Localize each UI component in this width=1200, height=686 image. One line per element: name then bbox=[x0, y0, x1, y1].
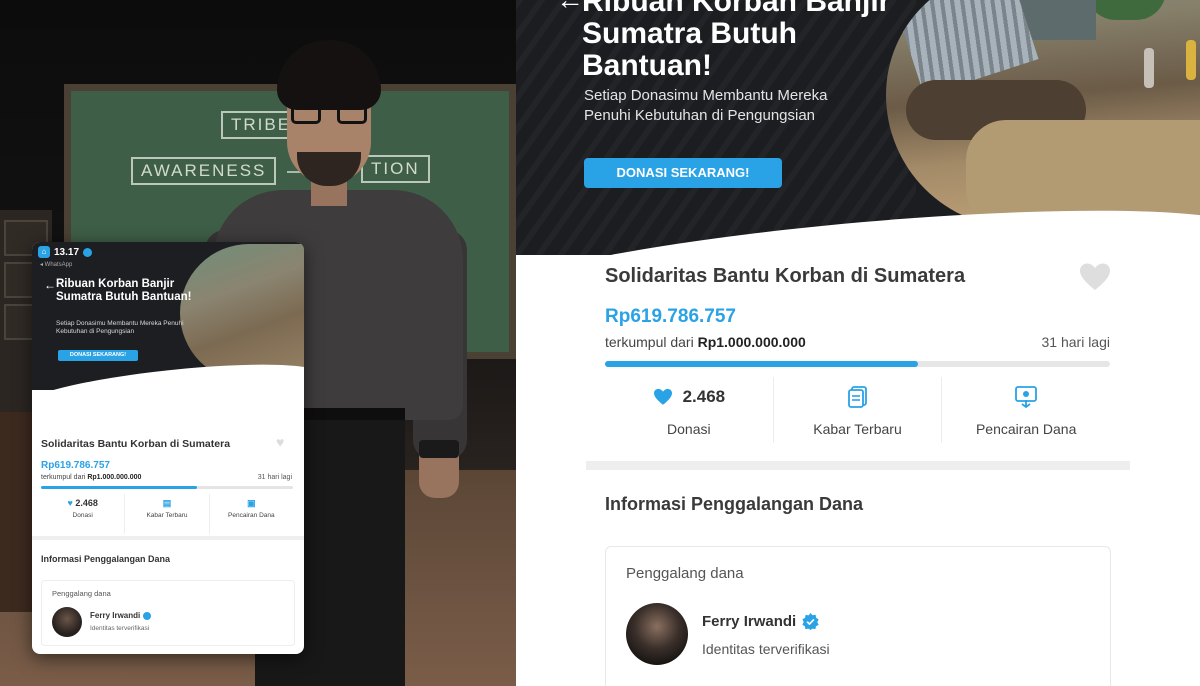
back-to-app-link[interactable]: ◂ WhatsApp bbox=[40, 261, 72, 268]
withdraw-icon: ▣ bbox=[247, 498, 256, 508]
stat-kabar-terbaru[interactable]: ▤ Kabar Terbaru bbox=[125, 494, 210, 534]
fundraiser-label: Penggalang dana bbox=[626, 565, 744, 582]
stat-label: Pencairan Dana bbox=[975, 421, 1077, 437]
progress-bar bbox=[41, 486, 293, 489]
days-left: 31 hari lagi bbox=[1041, 334, 1111, 350]
heart-icon: ♥ bbox=[67, 498, 73, 508]
stat-label: Donasi bbox=[667, 421, 711, 437]
donation-count: 2.468 bbox=[75, 498, 98, 508]
amount-collected: Rp619.786.757 bbox=[41, 460, 110, 471]
stat-donasi[interactable]: 2.468 Donasi bbox=[605, 377, 774, 443]
phone-screenshot: ⌂ 13.17 ◂ WhatsApp ← Ribuan Korban Banji… bbox=[32, 242, 304, 654]
banner-headline: Ribuan Korban Banjir Sumatra Butuh Bantu… bbox=[56, 278, 192, 303]
target-text: terkumpul dari Rp1.000.000.000 bbox=[605, 334, 806, 350]
verified-icon bbox=[83, 247, 93, 257]
flood-photo bbox=[180, 244, 304, 382]
stat-label: Pencairan Dana bbox=[228, 512, 275, 519]
stat-label: Kabar Terbaru bbox=[146, 512, 188, 519]
donate-now-button[interactable]: DONASI SEKARANG! bbox=[584, 158, 782, 188]
fundraiser-card[interactable]: Penggalang dana Ferry Irwandi Identitas … bbox=[41, 580, 295, 646]
watch-icon bbox=[419, 440, 459, 458]
flood-photo bbox=[886, 0, 1200, 228]
stats-row: 2.468 Donasi Kabar Terbaru Pencairan Dan… bbox=[605, 377, 1110, 443]
person-figure bbox=[1186, 40, 1196, 80]
person-hair bbox=[277, 40, 381, 110]
stat-donasi[interactable]: ♥ 2.468 Donasi bbox=[41, 494, 126, 534]
stat-pencairan-dana[interactable]: ▣ Pencairan Dana bbox=[210, 494, 293, 534]
campaign-title: Solidaritas Bantu Korban di Sumatera bbox=[41, 438, 231, 450]
fundraiser-name: Ferry Irwandi bbox=[702, 613, 797, 630]
info-title: Informasi Penggalangan Dana bbox=[41, 554, 171, 564]
verified-badge-icon bbox=[143, 611, 152, 620]
back-arrow-icon[interactable]: ← bbox=[556, 0, 584, 16]
zoomed-campaign-page: ← Ribuan Korban Banjir Sumatra Butuh Ban… bbox=[516, 0, 1200, 686]
favorite-heart-icon[interactable] bbox=[1079, 262, 1111, 292]
verification-status: Identitas terverifikasi bbox=[90, 625, 150, 632]
person-figure bbox=[1144, 48, 1154, 88]
progress-bar bbox=[605, 361, 1110, 367]
favorite-heart-icon[interactable]: ♥ bbox=[276, 435, 290, 449]
donation-count: 2.468 bbox=[682, 387, 726, 406]
news-icon bbox=[847, 386, 867, 408]
stat-label: Kabar Terbaru bbox=[813, 421, 902, 437]
amount-collected: Rp619.786.757 bbox=[605, 306, 736, 327]
progress-fill bbox=[41, 486, 198, 489]
photo-panel: TRIBE Y AWARENESS TION ⌂ 13.17 bbox=[0, 0, 516, 686]
stats-row: ♥ 2.468 Donasi ▤ Kabar Terbaru ▣ Pencair… bbox=[41, 494, 293, 534]
banner-headline: Ribuan Korban Banjir Sumatra Butuh Bantu… bbox=[582, 0, 891, 82]
banner-tagline: Setiap Donasimu Membantu Mereka Penuhi K… bbox=[56, 320, 184, 335]
status-time: 13.17 bbox=[54, 246, 80, 258]
glasses-icon bbox=[291, 102, 321, 124]
stat-label: Donasi bbox=[72, 512, 93, 519]
fundraiser-card[interactable]: Penggalang dana Ferry Irwandi Identitas … bbox=[605, 546, 1111, 686]
banner-tagline: Setiap Donasimu Membantu Mereka Penuhi K… bbox=[584, 87, 828, 124]
section-divider bbox=[586, 461, 1130, 470]
heart-icon bbox=[653, 388, 672, 405]
phone-statusbar: ⌂ 13.17 bbox=[38, 246, 93, 258]
home-icon: ⌂ bbox=[38, 246, 50, 258]
section-divider bbox=[32, 536, 304, 540]
tree-shape bbox=[1086, 0, 1166, 20]
verification-status: Identitas terverifikasi bbox=[702, 641, 830, 657]
verified-badge-icon bbox=[802, 613, 819, 630]
fundraiser-name: Ferry Irwandi bbox=[90, 611, 141, 620]
news-icon: ▤ bbox=[162, 498, 172, 508]
progress-fill bbox=[605, 361, 919, 367]
withdraw-icon bbox=[1015, 386, 1038, 408]
info-title: Informasi Penggalangan Dana bbox=[605, 494, 864, 514]
glasses-icon bbox=[337, 102, 367, 124]
stat-kabar-terbaru[interactable]: Kabar Terbaru bbox=[774, 377, 943, 443]
days-left: 31 hari lagi bbox=[257, 474, 292, 481]
avatar bbox=[52, 607, 82, 637]
fundraiser-label: Penggalang dana bbox=[52, 589, 111, 598]
person-beard bbox=[297, 152, 361, 186]
avatar bbox=[626, 603, 688, 665]
donate-now-button[interactable]: DONASI SEKARANG! bbox=[58, 350, 138, 361]
fundraiser-name-row: Ferry Irwandi bbox=[90, 611, 152, 620]
fundraiser-name-row: Ferry Irwandi bbox=[702, 613, 819, 630]
back-arrow-icon[interactable]: ← bbox=[44, 278, 56, 292]
stat-pencairan-dana[interactable]: Pencairan Dana bbox=[942, 377, 1110, 443]
target-text: terkumpul dari Rp1.000.000.000 bbox=[41, 474, 142, 481]
campaign-title: Solidaritas Bantu Korban di Sumatera bbox=[605, 265, 966, 287]
